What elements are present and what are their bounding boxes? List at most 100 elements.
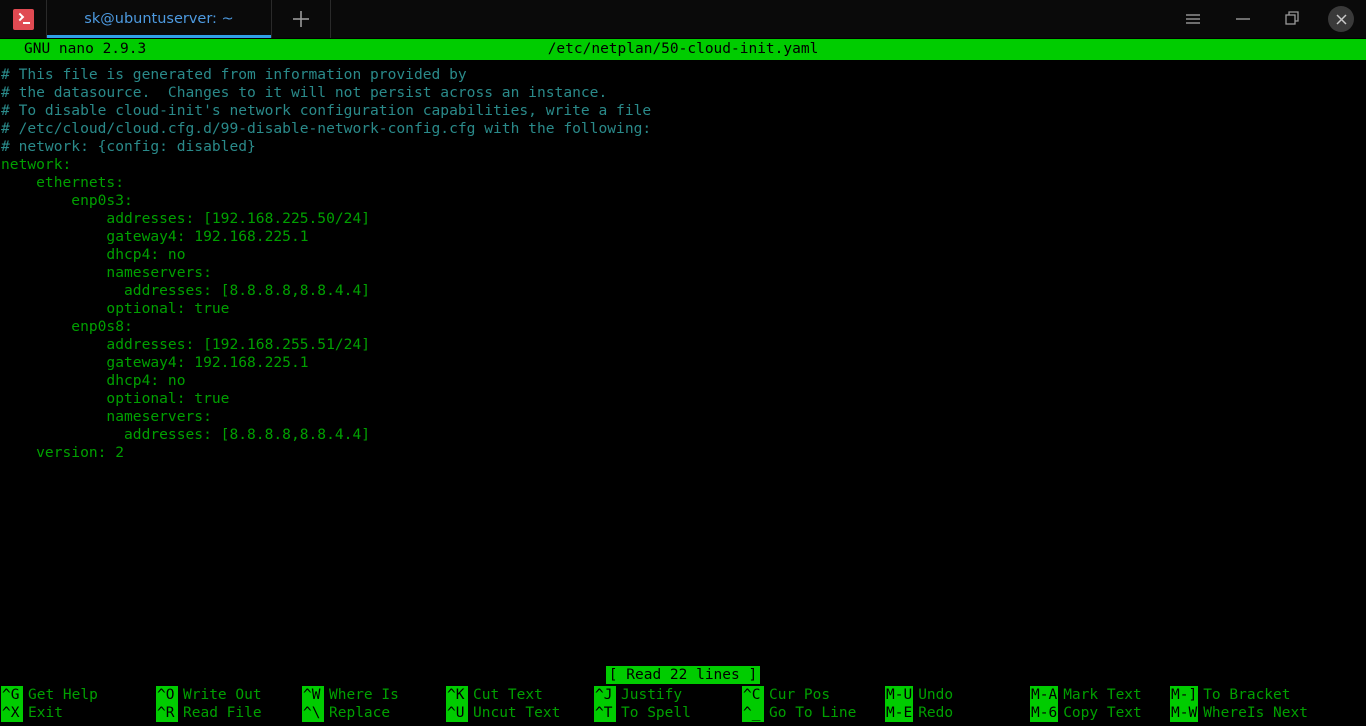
shortcut-key: ^U	[446, 704, 468, 722]
shortcut-item[interactable]: ^XExit	[1, 704, 156, 722]
shortcut-item[interactable]: M-AMark Text	[1030, 686, 1170, 704]
shortcut-label: WhereIs Next	[1198, 704, 1308, 722]
shortcut-key: M-A	[1030, 686, 1058, 704]
shortcut-item[interactable]: ^RRead File	[156, 704, 302, 722]
shortcut-key: ^X	[1, 704, 23, 722]
code-line: gateway4: 192.168.225.1	[0, 354, 1366, 372]
titlebar-spacer	[331, 0, 1178, 38]
shortcut-label: Get Help	[23, 686, 98, 704]
shortcut-item[interactable]: M-6Copy Text	[1030, 704, 1170, 722]
terminal-tab[interactable]: sk@ubuntuserver: ~	[47, 0, 272, 38]
shortcut-key: M-]	[1170, 686, 1198, 704]
shortcut-label: Undo	[913, 686, 953, 704]
shortcut-item[interactable]: M-ERedo	[885, 704, 1030, 722]
shortcut-label: Exit	[23, 704, 63, 722]
shortcut-item[interactable]: ^_Go To Line	[742, 704, 885, 722]
shortcut-item[interactable]: ^WWhere Is	[302, 686, 446, 704]
code-line: # To disable cloud-init's network config…	[0, 102, 1366, 120]
shortcut-key: ^R	[156, 704, 178, 722]
shortcut-column: M-]To BracketM-WWhereIs Next	[1170, 686, 1320, 726]
shortcut-key: M-6	[1030, 704, 1058, 722]
shortcut-column: M-UUndoM-ERedo	[885, 686, 1030, 726]
shortcut-item[interactable]: ^TTo Spell	[594, 704, 742, 722]
code-line: addresses: [192.168.225.50/24]	[0, 210, 1366, 228]
shortcut-key: M-W	[1170, 704, 1198, 722]
shortcut-item[interactable]: ^GGet Help	[1, 686, 156, 704]
shortcut-key: M-U	[885, 686, 913, 704]
shortcut-label: Copy Text	[1058, 704, 1142, 722]
shortcut-column: ^GGet Help^XExit	[1, 686, 156, 726]
shortcut-label: Redo	[913, 704, 953, 722]
shortcut-item[interactable]: M-WWhereIs Next	[1170, 704, 1320, 722]
code-line: ethernets:	[0, 174, 1366, 192]
shortcut-key: ^G	[1, 686, 23, 704]
shortcut-label: Uncut Text	[468, 704, 560, 722]
shortcut-item[interactable]: ^JJustify	[594, 686, 742, 704]
shortcut-label: Mark Text	[1058, 686, 1142, 704]
shortcut-key: ^J	[594, 686, 616, 704]
shortcut-key: ^O	[156, 686, 178, 704]
code-line: dhcp4: no	[0, 246, 1366, 264]
code-line: # network: {config: disabled}	[0, 138, 1366, 156]
shortcut-column: ^JJustify^TTo Spell	[594, 686, 742, 726]
shortcut-key: ^_	[742, 704, 764, 722]
code-line: optional: true	[0, 390, 1366, 408]
tab-label: sk@ubuntuserver: ~	[84, 11, 233, 27]
shortcut-column: ^CCur Pos^_Go To Line	[742, 686, 885, 726]
shortcut-label: Write Out	[178, 686, 262, 704]
shortcut-item[interactable]: ^\Replace	[302, 704, 446, 722]
code-line: version: 2	[0, 444, 1366, 462]
shortcut-item[interactable]: M-]To Bracket	[1170, 686, 1320, 704]
shortcut-label: Cur Pos	[764, 686, 830, 704]
shortcut-label: Replace	[324, 704, 390, 722]
code-line: nameservers:	[0, 408, 1366, 426]
new-tab-button[interactable]	[272, 0, 331, 38]
shortcut-label: To Bracket	[1198, 686, 1290, 704]
code-line: addresses: [8.8.8.8,8.8.4.4]	[0, 426, 1366, 444]
shortcut-key: ^C	[742, 686, 764, 704]
close-button[interactable]	[1328, 6, 1354, 32]
code-line: gateway4: 192.168.225.1	[0, 228, 1366, 246]
nano-status-bar: [ Read 22 lines ]	[0, 664, 1366, 686]
code-line: # This file is generated from informatio…	[0, 66, 1366, 84]
code-line: optional: true	[0, 300, 1366, 318]
shortcut-item[interactable]: ^OWrite Out	[156, 686, 302, 704]
shortcut-label: Read File	[178, 704, 262, 722]
shortcut-item[interactable]: ^UUncut Text	[446, 704, 594, 722]
code-line: enp0s3:	[0, 192, 1366, 210]
shortcut-column: ^KCut Text^UUncut Text	[446, 686, 594, 726]
maximize-icon	[1285, 11, 1301, 27]
shortcut-item[interactable]: M-UUndo	[885, 686, 1030, 704]
shortcut-label: Go To Line	[764, 704, 856, 722]
code-line: network:	[0, 156, 1366, 174]
shortcut-column: M-AMark TextM-6Copy Text	[1030, 686, 1170, 726]
minimize-button[interactable]	[1228, 4, 1258, 34]
shortcut-column: ^OWrite Out^RRead File	[156, 686, 302, 726]
code-line: # /etc/cloud/cloud.cfg.d/99-disable-netw…	[0, 120, 1366, 138]
code-line: enp0s8:	[0, 318, 1366, 336]
shortcut-item[interactable]: ^CCur Pos	[742, 686, 885, 704]
plus-icon	[290, 8, 312, 30]
nano-header-bar: GNU nano 2.9.3 /etc/netplan/50-cloud-ini…	[0, 39, 1366, 60]
shortcut-label: Cut Text	[468, 686, 543, 704]
editor-area[interactable]: # This file is generated from informatio…	[0, 60, 1366, 664]
nano-filename-label: /etc/netplan/50-cloud-init.yaml	[0, 39, 1366, 60]
code-line: # the datasource. Changes to it will not…	[0, 84, 1366, 102]
menu-button[interactable]	[1178, 4, 1208, 34]
shortcut-key: M-E	[885, 704, 913, 722]
maximize-button[interactable]	[1278, 4, 1308, 34]
shortcut-label: Justify	[616, 686, 682, 704]
shortcut-label: To Spell	[616, 704, 691, 722]
nano-shortcut-bar: ^GGet Help^XExit^OWrite Out^RRead File^W…	[0, 686, 1366, 726]
shortcut-label: Where Is	[324, 686, 399, 704]
code-line: addresses: [192.168.255.51/24]	[0, 336, 1366, 354]
status-message-wrapper: [ Read 22 lines ]	[0, 666, 1366, 684]
shortcut-column: ^WWhere Is^\Replace	[302, 686, 446, 726]
shortcut-key: ^\	[302, 704, 324, 722]
window-titlebar: sk@ubuntuserver: ~	[0, 0, 1366, 39]
status-message: [ Read 22 lines ]	[606, 666, 760, 684]
minimize-icon	[1235, 13, 1251, 25]
code-line: addresses: [8.8.8.8,8.8.4.4]	[0, 282, 1366, 300]
menu-icon	[1184, 12, 1202, 26]
shortcut-item[interactable]: ^KCut Text	[446, 686, 594, 704]
